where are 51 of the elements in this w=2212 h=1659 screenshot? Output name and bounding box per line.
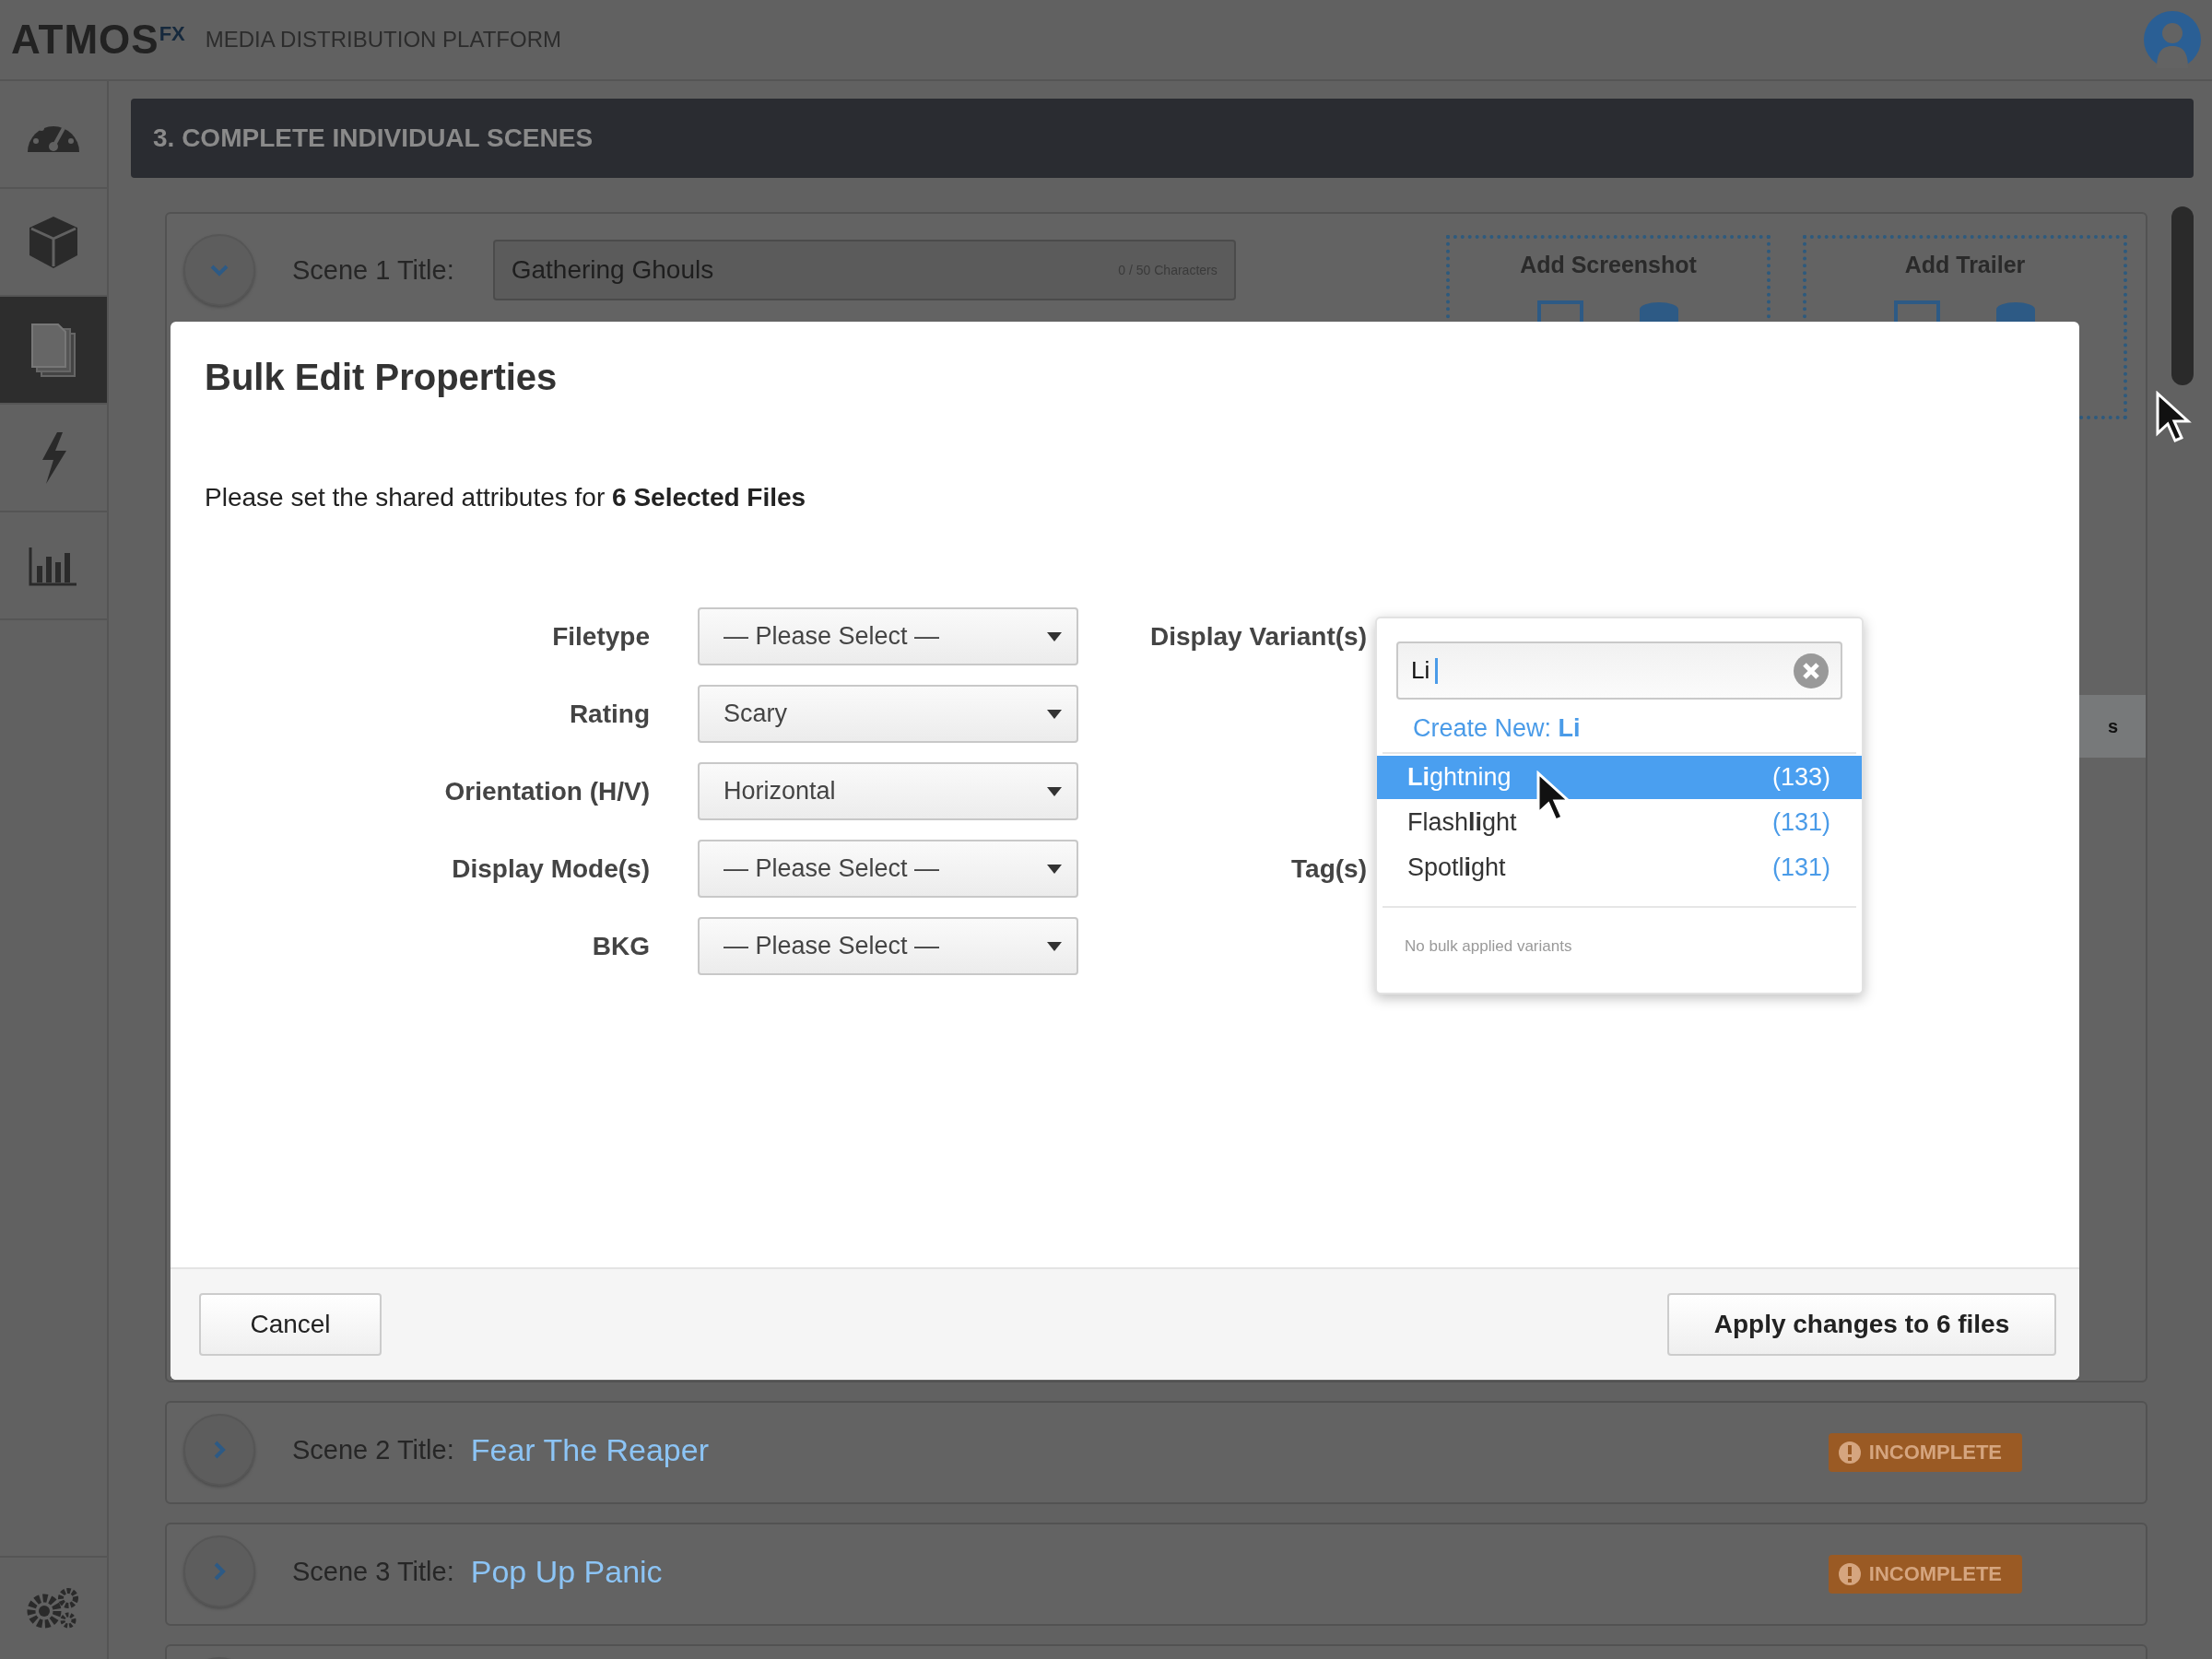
cube-icon	[28, 214, 79, 270]
field-label: Display Mode(s)	[452, 853, 650, 884]
search-field[interactable]: Li	[1396, 641, 1842, 700]
caret-icon	[1047, 864, 1062, 874]
field-label: BKG	[592, 931, 650, 961]
select-dropdown[interactable]: — Please Select —	[698, 917, 1078, 975]
status-badge: INCOMPLETE	[1828, 1433, 2022, 1472]
option-label: Spotlight	[1407, 853, 1506, 882]
caret-icon	[1047, 631, 1062, 641]
mouse-pointer-icon	[2155, 391, 2192, 444]
dialog-title: Bulk Edit Properties	[205, 357, 559, 398]
field-label: Rating	[569, 699, 650, 729]
alert-icon	[1837, 1562, 1862, 1586]
image-icon	[1537, 300, 1583, 324]
scene-title-label: Scene 3 Title:	[292, 1556, 454, 1588]
apply-button[interactable]: Apply changes to 6 files	[1667, 1293, 2056, 1356]
clear-icon[interactable]	[1793, 652, 1830, 689]
option-label: Lightning	[1407, 763, 1512, 792]
select-dropdown[interactable]: — Please Select —	[698, 840, 1078, 898]
option-count: (133)	[1771, 763, 1830, 792]
field-label: Orientation (H/V)	[444, 776, 650, 806]
cancel-button[interactable]: Cancel	[199, 1293, 382, 1356]
field-label: Filetype	[552, 621, 650, 652]
caret-icon	[1047, 941, 1062, 951]
caret-icon	[1047, 709, 1062, 719]
tab-label: s	[2107, 715, 2118, 737]
alert-icon	[1837, 1441, 1862, 1465]
scene-title-label: Scene 2 Title:	[292, 1434, 454, 1466]
scrollbar-thumb[interactable]	[2171, 206, 2194, 385]
dialog-intro: Please set the shared attributes for 6 Selected Files	[205, 483, 807, 512]
image-icon	[1894, 300, 1940, 324]
caret-icon	[1047, 786, 1062, 796]
select-dropdown[interactable]: — Please Select —	[698, 607, 1078, 665]
option-count: (131)	[1771, 808, 1830, 837]
sidebar-item[interactable]	[0, 297, 107, 405]
scene-title-label: Scene 1 Title:	[292, 254, 454, 287]
field-label: Display Variant(s)	[1150, 621, 1367, 652]
variant-option[interactable]: Spotlight (131)	[1377, 846, 1862, 889]
option-count: (131)	[1771, 853, 1830, 882]
option-label: Flashlight	[1407, 808, 1517, 837]
logo: ATMOS	[11, 17, 159, 63]
section-header: 3. COMPLETE INDIVIDUAL SCENES	[131, 99, 2194, 178]
select-dropdown[interactable]: Horizontal	[698, 762, 1078, 820]
dropdown-note: No bulk applied variants	[1404, 936, 1573, 956]
field-value: Gathering Ghouls	[511, 255, 714, 285]
field-label: Tag(s)	[1291, 853, 1367, 884]
logo-superscript: FX	[159, 22, 185, 46]
status-badge: INCOMPLETE	[1828, 1555, 2022, 1594]
bar-chart-icon	[29, 545, 78, 586]
select-dropdown[interactable]: Scary	[698, 685, 1078, 743]
variant-option[interactable]: Flashlight (131)	[1377, 801, 1862, 844]
